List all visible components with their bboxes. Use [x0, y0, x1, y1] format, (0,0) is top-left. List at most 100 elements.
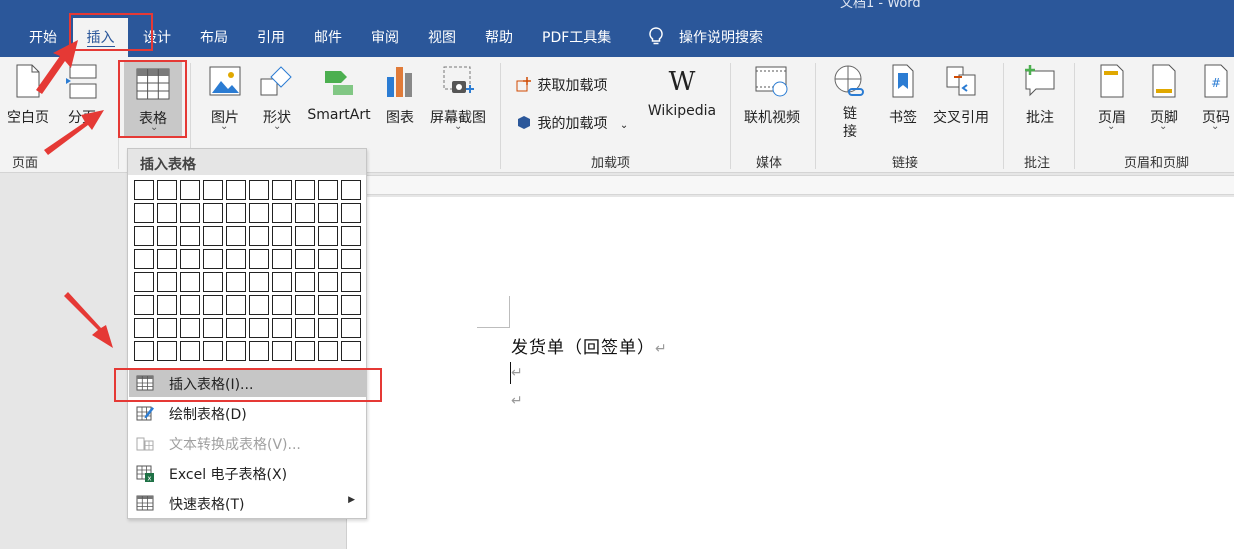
grid-cell[interactable] — [318, 226, 338, 246]
empty-paragraph[interactable]: ↵ — [511, 390, 524, 410]
grid-cell[interactable] — [134, 341, 154, 361]
grid-cell[interactable] — [341, 226, 361, 246]
cross-reference-button[interactable]: 交叉引用 — [930, 63, 992, 127]
grid-cell[interactable] — [157, 341, 177, 361]
grid-cell[interactable] — [226, 180, 246, 200]
grid-cell[interactable] — [249, 295, 269, 315]
grid-cell[interactable] — [226, 295, 246, 315]
grid-cell[interactable] — [249, 341, 269, 361]
pictures-button[interactable]: 图片 ⌄ — [204, 63, 246, 132]
grid-cell[interactable] — [134, 180, 154, 200]
grid-cell[interactable] — [180, 341, 200, 361]
grid-cell[interactable] — [295, 318, 315, 338]
tab-layout[interactable]: 布局 — [200, 27, 228, 49]
link-button[interactable]: 链 接 — [830, 63, 870, 141]
draw-table-menu-item[interactable]: 绘制表格(D) — [129, 399, 367, 427]
grid-cell[interactable] — [295, 272, 315, 292]
grid-cell[interactable] — [341, 318, 361, 338]
smartart-button[interactable]: SmartArt — [304, 63, 374, 123]
tab-references[interactable]: 引用 — [257, 27, 285, 49]
empty-paragraph[interactable]: ↵ — [511, 362, 524, 382]
grid-cell[interactable] — [249, 226, 269, 246]
grid-cell[interactable] — [295, 226, 315, 246]
grid-cell[interactable] — [180, 226, 200, 246]
blank-page-button[interactable]: 空白页 — [4, 63, 52, 127]
grid-cell[interactable] — [295, 203, 315, 223]
grid-cell[interactable] — [180, 272, 200, 292]
text-to-table-menu-item[interactable]: 文本转换成表格(V)... — [129, 429, 367, 457]
tab-view[interactable]: 视图 — [428, 27, 456, 49]
grid-cell[interactable] — [180, 180, 200, 200]
bookmark-button[interactable]: 书签 — [884, 63, 922, 127]
grid-cell[interactable] — [272, 318, 292, 338]
grid-cell[interactable] — [318, 180, 338, 200]
grid-cell[interactable] — [318, 341, 338, 361]
tab-help[interactable]: 帮助 — [485, 27, 513, 49]
grid-cell[interactable] — [203, 249, 223, 269]
grid-cell[interactable] — [272, 341, 292, 361]
grid-cell[interactable] — [318, 318, 338, 338]
grid-cell[interactable] — [318, 203, 338, 223]
wikipedia-button[interactable]: W Wikipedia — [644, 67, 720, 119]
grid-cell[interactable] — [249, 180, 269, 200]
grid-cell[interactable] — [203, 226, 223, 246]
grid-cell[interactable] — [157, 226, 177, 246]
grid-cell[interactable] — [203, 203, 223, 223]
grid-cell[interactable] — [226, 341, 246, 361]
grid-cell[interactable] — [272, 295, 292, 315]
grid-cell[interactable] — [295, 249, 315, 269]
grid-cell[interactable] — [203, 272, 223, 292]
grid-cell[interactable] — [341, 203, 361, 223]
grid-cell[interactable] — [226, 272, 246, 292]
screenshot-button[interactable]: 屏幕截图 ⌄ — [426, 63, 490, 132]
grid-cell[interactable] — [272, 249, 292, 269]
grid-cell[interactable] — [272, 226, 292, 246]
grid-cell[interactable] — [272, 180, 292, 200]
grid-cell[interactable] — [157, 272, 177, 292]
chart-button[interactable]: 图表 — [380, 63, 420, 127]
grid-cell[interactable] — [249, 249, 269, 269]
grid-cell[interactable] — [318, 272, 338, 292]
grid-cell[interactable] — [203, 295, 223, 315]
grid-cell[interactable] — [157, 249, 177, 269]
grid-cell[interactable] — [341, 272, 361, 292]
grid-cell[interactable] — [226, 249, 246, 269]
grid-cell[interactable] — [180, 203, 200, 223]
grid-cell[interactable] — [295, 295, 315, 315]
shapes-button[interactable]: 形状 ⌄ — [256, 63, 298, 132]
tab-insert[interactable]: 插入 — [73, 18, 128, 57]
document-text-line[interactable]: 发货单（回签单）↵ — [511, 333, 668, 358]
grid-cell[interactable] — [272, 272, 292, 292]
tab-design[interactable]: 设计 — [143, 27, 171, 49]
tell-me-search[interactable]: 操作说明搜索 — [679, 27, 763, 49]
footer-button[interactable]: 页脚 ⌄ — [1144, 63, 1184, 132]
grid-cell[interactable] — [341, 249, 361, 269]
grid-cell[interactable] — [157, 318, 177, 338]
grid-cell[interactable] — [203, 341, 223, 361]
grid-cell[interactable] — [226, 203, 246, 223]
grid-cell[interactable] — [249, 318, 269, 338]
grid-cell[interactable] — [341, 295, 361, 315]
tab-mailings[interactable]: 邮件 — [314, 27, 342, 49]
grid-cell[interactable] — [157, 180, 177, 200]
grid-cell[interactable] — [249, 203, 269, 223]
grid-cell[interactable] — [318, 295, 338, 315]
page-number-button[interactable]: # 页码 ⌄ — [1198, 63, 1234, 132]
grid-cell[interactable] — [341, 180, 361, 200]
grid-cell[interactable] — [318, 249, 338, 269]
insert-table-menu-item[interactable]: 插入表格(I)... — [129, 369, 367, 397]
grid-cell[interactable] — [226, 226, 246, 246]
header-button[interactable]: 页眉 ⌄ — [1092, 63, 1132, 132]
grid-cell[interactable] — [134, 318, 154, 338]
tab-pdf-tools[interactable]: PDF工具集 — [542, 27, 611, 49]
grid-cell[interactable] — [134, 203, 154, 223]
grid-cell[interactable] — [134, 249, 154, 269]
tab-review[interactable]: 审阅 — [371, 27, 399, 49]
grid-cell[interactable] — [134, 272, 154, 292]
get-addins-button[interactable]: 获取加载项 — [515, 75, 607, 95]
grid-cell[interactable] — [272, 203, 292, 223]
grid-cell[interactable] — [295, 341, 315, 361]
grid-cell[interactable] — [203, 180, 223, 200]
grid-cell[interactable] — [180, 249, 200, 269]
grid-cell[interactable] — [203, 318, 223, 338]
